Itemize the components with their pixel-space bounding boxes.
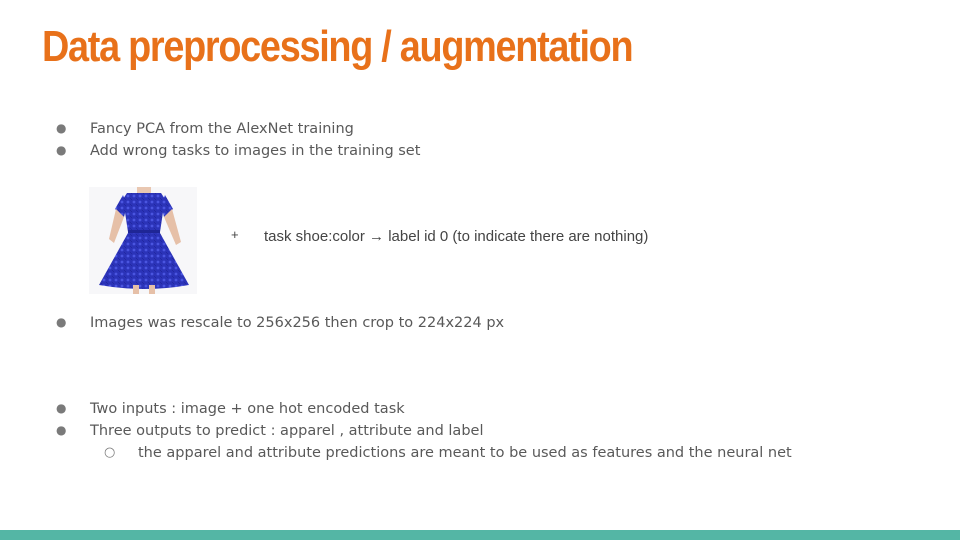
footer-bar — [0, 530, 960, 540]
bullet-text: Three outputs to predict : apparel , att… — [90, 423, 484, 439]
dress-image — [89, 187, 197, 294]
slide-title: Data preprocessing / augmentation — [42, 22, 634, 71]
bullet-text: Images was rescale to 256x256 then crop … — [90, 315, 505, 331]
bullet-text: Two inputs : image + one hot encoded tas… — [90, 401, 405, 417]
plus-sign: + — [231, 227, 239, 242]
blue-lace-dress-icon — [89, 187, 197, 294]
sub-bullet-text: the apparel and attribute predictions ar… — [138, 445, 792, 461]
task-description: task shoe:color → label id 0 (to indicat… — [264, 228, 649, 245]
bullet-dot-icon: ● — [56, 143, 67, 157]
bullet-text: Fancy PCA from the AlexNet training — [90, 121, 354, 137]
bullet-dot-icon: ● — [56, 315, 67, 329]
bullet-dot-icon: ● — [56, 121, 67, 135]
bullet-dot-icon: ● — [56, 423, 67, 437]
bullet-dot-icon: ● — [56, 401, 67, 415]
bullet-text: Add wrong tasks to images in the trainin… — [90, 143, 421, 159]
sub-bullet-circle-icon: ○ — [104, 445, 116, 460]
